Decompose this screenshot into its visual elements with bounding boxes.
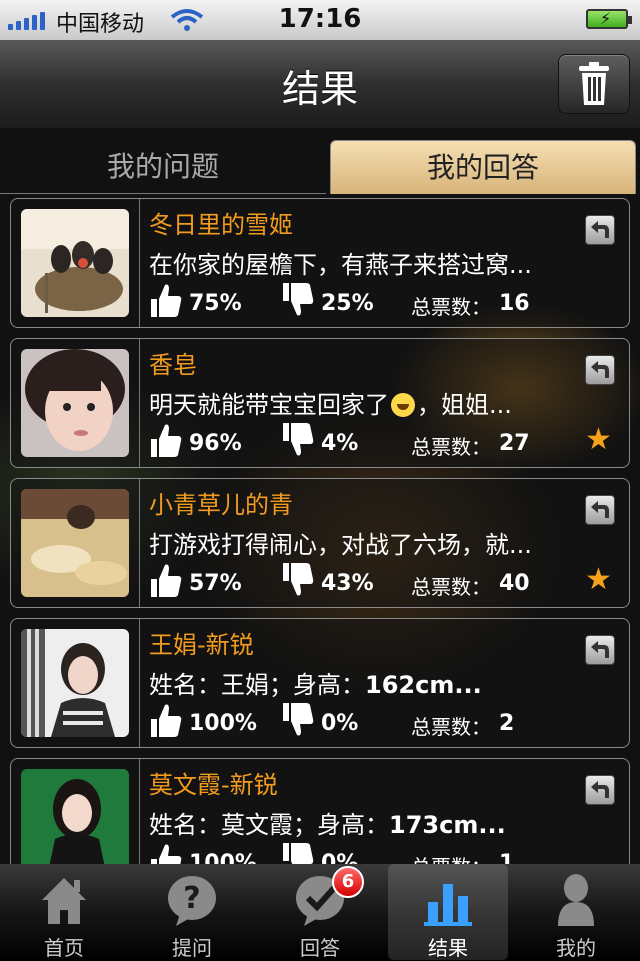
tab-results[interactable]: 结果 <box>388 864 508 960</box>
upvote-percent: 75% <box>189 291 242 316</box>
total-votes-label: 总票数： <box>411 435 491 459</box>
upvote-percent: 96% <box>189 431 242 456</box>
downvote-percent: 25% <box>321 291 374 316</box>
answer-snippet: 姓名：王娟；身高：162cm... <box>149 665 569 700</box>
snippet-text: 姓名：王娟；身高： <box>149 671 365 699</box>
question-bubble-icon: ? <box>168 876 216 926</box>
reply-button[interactable] <box>585 215 615 245</box>
avatar <box>21 209 129 317</box>
vote-stats: 96% 4% 总票数： 27 <box>149 421 619 461</box>
status-bar: 中国移动 17:16 ⚡ <box>0 0 640 40</box>
answer-snippet: 明天就能带宝宝回家了 ，姐姐... <box>149 385 569 420</box>
downvote-percent: 43% <box>321 571 374 596</box>
answer-snippet: 打游戏打得闹心，对战了六场，就... <box>149 531 532 559</box>
thumbs-up-icon <box>151 564 182 597</box>
tab-home[interactable]: 首页 <box>4 864 124 960</box>
total-votes-value: 27 <box>499 431 530 456</box>
thumbs-down-icon <box>283 703 314 736</box>
tab-label: 我的 <box>556 936 596 960</box>
answer-snippet: 在你家的屋檐下，有燕子来搭过窝... <box>149 251 532 279</box>
tab-mine[interactable]: 我的 <box>516 864 636 960</box>
svg-text:?: ? <box>183 881 200 916</box>
battery-icon: ⚡ <box>586 9 632 29</box>
home-icon <box>42 878 86 924</box>
avatar <box>21 349 129 457</box>
list-item[interactable]: 王娟-新锐 姓名：王娟；身高：162cm... 100% 0% 总票数： 2 <box>10 618 630 748</box>
snippet-text: ，姐姐... <box>417 391 512 419</box>
status-time: 17:16 <box>278 4 362 34</box>
user-name: 小青草儿的青 <box>149 491 293 519</box>
thumbs-down-icon <box>283 423 314 456</box>
tab-my-answers[interactable]: 我的回答 <box>330 140 636 194</box>
divider <box>139 199 140 327</box>
tab-ask[interactable]: ? 提问 <box>132 864 252 960</box>
user-name: 香皂 <box>149 351 197 379</box>
star-icon[interactable]: ★ <box>585 425 612 455</box>
trash-icon <box>579 62 609 105</box>
tab-label: 首页 <box>44 936 84 960</box>
total-votes-value: 40 <box>499 571 530 596</box>
tab-label: 回答 <box>300 936 340 960</box>
reply-button[interactable] <box>585 635 615 665</box>
user-name: 冬日里的雪姬 <box>149 211 293 239</box>
divider <box>139 619 140 747</box>
reply-button[interactable] <box>585 775 615 805</box>
total-votes-label: 总票数： <box>411 715 491 739</box>
user-name: 莫文霞-新锐 <box>149 771 278 799</box>
total-votes-value: 16 <box>499 291 530 316</box>
snippet-text: 姓名：莫文霞；身高： <box>149 811 389 839</box>
divider <box>139 479 140 607</box>
bottom-tab-bar: 首页 ? 提问 6 回答 结果 我的 <box>0 864 640 960</box>
list-item[interactable]: 冬日里的雪姬 在你家的屋檐下，有燕子来搭过窝... 75% 25% 总票数： 1… <box>10 198 630 328</box>
smile-emoji-icon <box>391 393 415 417</box>
thumbs-up-icon <box>151 424 182 457</box>
vote-stats: 57% 43% 总票数： 40 <box>149 561 619 601</box>
reply-arrow-icon <box>591 361 609 378</box>
thumbs-down-icon <box>283 283 314 316</box>
reply-arrow-icon <box>591 641 609 658</box>
tab-label: 结果 <box>428 936 468 960</box>
tab-answer[interactable]: 6 回答 <box>260 864 380 960</box>
avatar <box>21 629 129 737</box>
vote-stats: 75% 25% 总票数： 16 <box>149 281 619 321</box>
reply-arrow-icon <box>591 781 609 798</box>
snippet-value: 173cm... <box>389 811 506 839</box>
downvote-percent: 4% <box>321 431 359 456</box>
snippet-text: 明天就能带宝宝回家了 <box>149 391 389 419</box>
reply-button[interactable] <box>585 495 615 525</box>
downvote-percent: 0% <box>321 711 359 736</box>
total-votes-label: 总票数： <box>411 295 491 319</box>
user-name: 王娟-新锐 <box>149 631 254 659</box>
bar-chart-icon <box>424 884 472 926</box>
answer-snippet: 姓名：莫文霞；身高：173cm... <box>149 805 569 840</box>
delete-button[interactable] <box>558 54 630 114</box>
thumbs-down-icon <box>283 563 314 596</box>
star-icon[interactable]: ★ <box>585 565 612 595</box>
nav-header: 结果 <box>0 40 640 129</box>
total-votes-label: 总票数： <box>411 575 491 599</box>
total-votes-value: 2 <box>499 711 515 736</box>
list-item[interactable]: 小青草儿的青 打游戏打得闹心，对战了六场，就... 57% 43% 总票数： 4… <box>10 478 630 608</box>
reply-arrow-icon <box>591 221 609 238</box>
page-title: 结果 <box>281 67 358 111</box>
vote-stats: 100% 0% 总票数： 2 <box>149 701 619 741</box>
list-item[interactable]: 香皂 明天就能带宝宝回家了 ，姐姐... 96% 4% 总票数： 27 ★ <box>10 338 630 468</box>
snippet-value: 162cm... <box>365 671 482 699</box>
tab-my-questions[interactable]: 我的问题 <box>0 140 326 194</box>
upvote-percent: 57% <box>189 571 242 596</box>
divider <box>139 339 140 467</box>
avatar <box>21 489 129 597</box>
reply-arrow-icon <box>591 501 609 518</box>
tab-label: 提问 <box>172 936 212 960</box>
thumbs-up-icon <box>151 284 182 317</box>
thumbs-up-icon <box>151 704 182 737</box>
notification-badge: 6 <box>332 866 364 898</box>
reply-button[interactable] <box>585 355 615 385</box>
upvote-percent: 100% <box>189 711 257 736</box>
avatar <box>21 769 129 877</box>
person-icon <box>558 874 594 926</box>
